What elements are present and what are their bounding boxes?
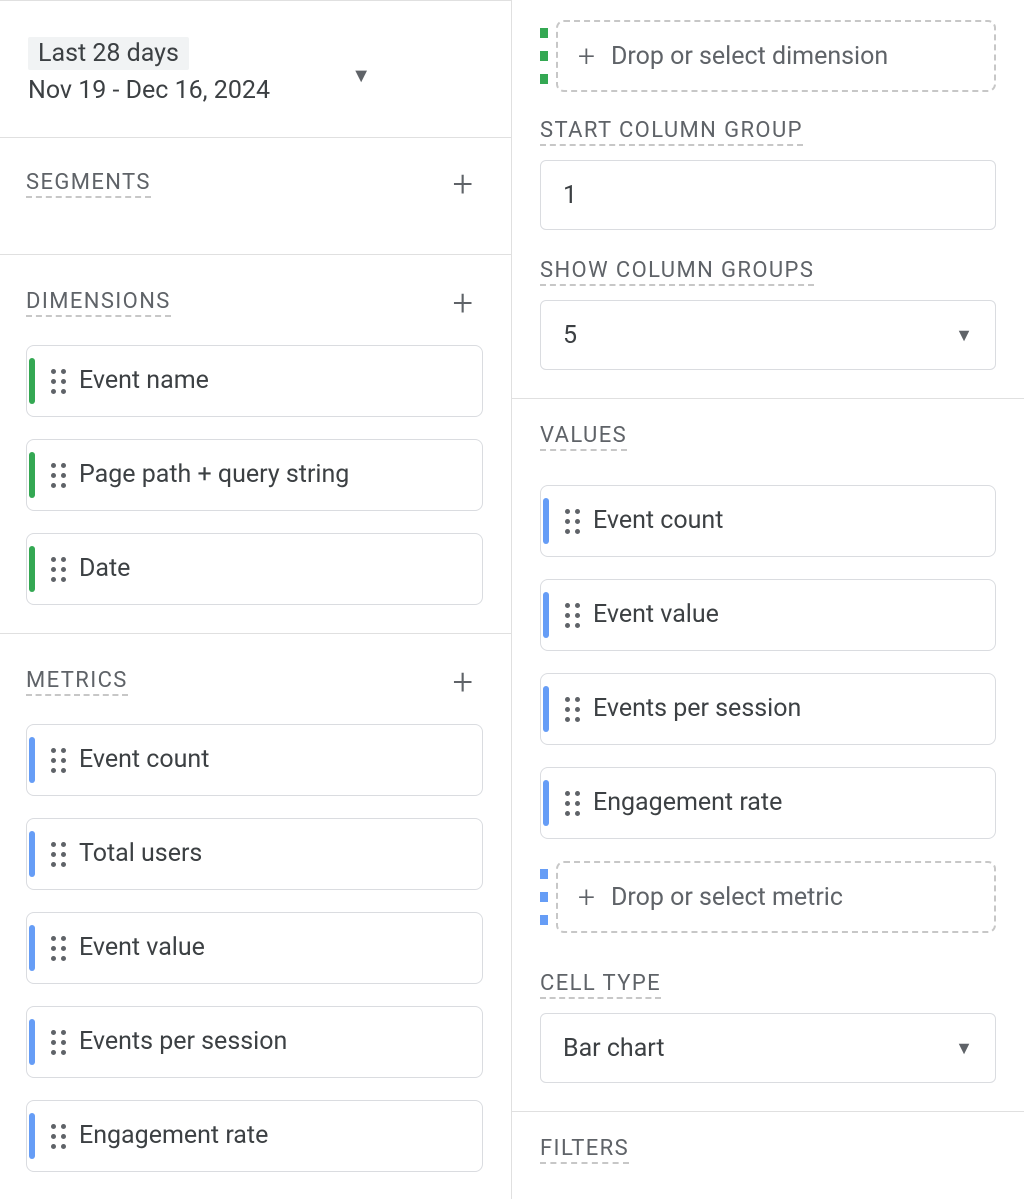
dimensions-section: DIMENSIONS + Event name Page path + quer…: [0, 255, 511, 634]
value-label: Engagement rate: [589, 787, 782, 820]
dimensions-title: DIMENSIONS: [26, 289, 171, 317]
value-label: Events per session: [589, 693, 801, 726]
filters-title: FILTERS: [540, 1136, 629, 1164]
metric-label: Event count: [75, 744, 209, 777]
metric-chip[interactable]: Event count: [26, 724, 483, 796]
value-chip[interactable]: Events per session: [540, 673, 996, 745]
drag-handle-icon[interactable]: [35, 463, 75, 488]
metric-chip[interactable]: Event value: [26, 912, 483, 984]
drop-dimension-label: Drop or select dimension: [611, 42, 888, 71]
drag-handle-icon[interactable]: [549, 697, 589, 722]
values-section: VALUES Event count Event value Events pe…: [512, 399, 1024, 1112]
start-column-group-label: START COLUMN GROUP: [540, 118, 803, 146]
cell-type-value: Bar chart: [563, 1034, 665, 1063]
value-chip[interactable]: Event value: [540, 579, 996, 651]
drag-handle-icon[interactable]: [549, 603, 589, 628]
date-preset-chip: Last 28 days: [28, 37, 189, 70]
metric-label: Engagement rate: [75, 1120, 268, 1153]
columns-config-section: + Drop or select dimension START COLUMN …: [512, 0, 1024, 399]
chevron-down-icon: ▼: [955, 1038, 973, 1059]
drop-metric-label: Drop or select metric: [611, 883, 843, 912]
add-metric-button[interactable]: +: [453, 664, 483, 700]
dimension-chip[interactable]: Page path + query string: [26, 439, 483, 511]
date-range-text: Nov 19 - Dec 16, 2024: [28, 76, 270, 105]
metrics-title: METRICS: [26, 668, 128, 696]
drop-stripe-icon: [540, 20, 548, 92]
drag-handle-icon[interactable]: [35, 1124, 75, 1149]
dimension-label: Date: [75, 553, 130, 586]
dimension-label: Event name: [75, 365, 209, 398]
metric-label: Events per session: [75, 1026, 287, 1059]
metric-label: Total users: [75, 838, 202, 871]
drop-dimension-row[interactable]: + Drop or select dimension: [540, 20, 996, 92]
metric-chip[interactable]: Events per session: [26, 1006, 483, 1078]
add-segment-button[interactable]: +: [453, 166, 483, 202]
metrics-section: METRICS + Event count Total users Event …: [0, 634, 511, 1200]
drag-handle-icon[interactable]: [35, 369, 75, 394]
plus-icon: +: [578, 880, 595, 915]
show-column-groups-select[interactable]: 5 ▼: [540, 300, 996, 370]
drag-handle-icon[interactable]: [549, 509, 589, 534]
value-chip[interactable]: Event count: [540, 485, 996, 557]
drag-handle-icon[interactable]: [35, 936, 75, 961]
value-label: Event count: [589, 505, 723, 538]
drag-handle-icon[interactable]: [549, 791, 589, 816]
dimension-label: Page path + query string: [75, 459, 349, 492]
dimension-chip[interactable]: Event name: [26, 345, 483, 417]
drag-handle-icon[interactable]: [35, 842, 75, 867]
drag-handle-icon[interactable]: [35, 557, 75, 582]
start-column-group-input[interactable]: [540, 160, 996, 230]
chevron-down-icon: ▼: [351, 63, 371, 88]
metric-chip[interactable]: Engagement rate: [26, 1100, 483, 1172]
cell-type-select[interactable]: Bar chart ▼: [540, 1013, 996, 1083]
drop-stripe-icon: [540, 861, 548, 933]
metric-chip[interactable]: Total users: [26, 818, 483, 890]
drag-handle-icon[interactable]: [35, 1030, 75, 1055]
show-column-groups-value: 5: [563, 321, 577, 350]
show-column-groups-label: SHOW COLUMN GROUPS: [540, 258, 814, 286]
cell-type-label: CELL TYPE: [540, 971, 661, 999]
drop-metric-row[interactable]: + Drop or select metric: [540, 861, 996, 933]
segments-title: SEGMENTS: [26, 170, 151, 198]
values-title: VALUES: [540, 423, 627, 451]
filters-section: FILTERS: [512, 1112, 1024, 1198]
value-label: Event value: [589, 599, 719, 632]
metric-label: Event value: [75, 932, 205, 965]
plus-icon: +: [578, 39, 595, 74]
add-dimension-button[interactable]: +: [453, 285, 483, 321]
segments-section: SEGMENTS +: [0, 138, 511, 255]
dimension-chip[interactable]: Date: [26, 533, 483, 605]
value-chip[interactable]: Engagement rate: [540, 767, 996, 839]
chevron-down-icon: ▼: [955, 325, 973, 346]
drag-handle-icon[interactable]: [35, 748, 75, 773]
date-range-picker[interactable]: Last 28 days Nov 19 - Dec 16, 2024 ▼: [0, 0, 511, 138]
